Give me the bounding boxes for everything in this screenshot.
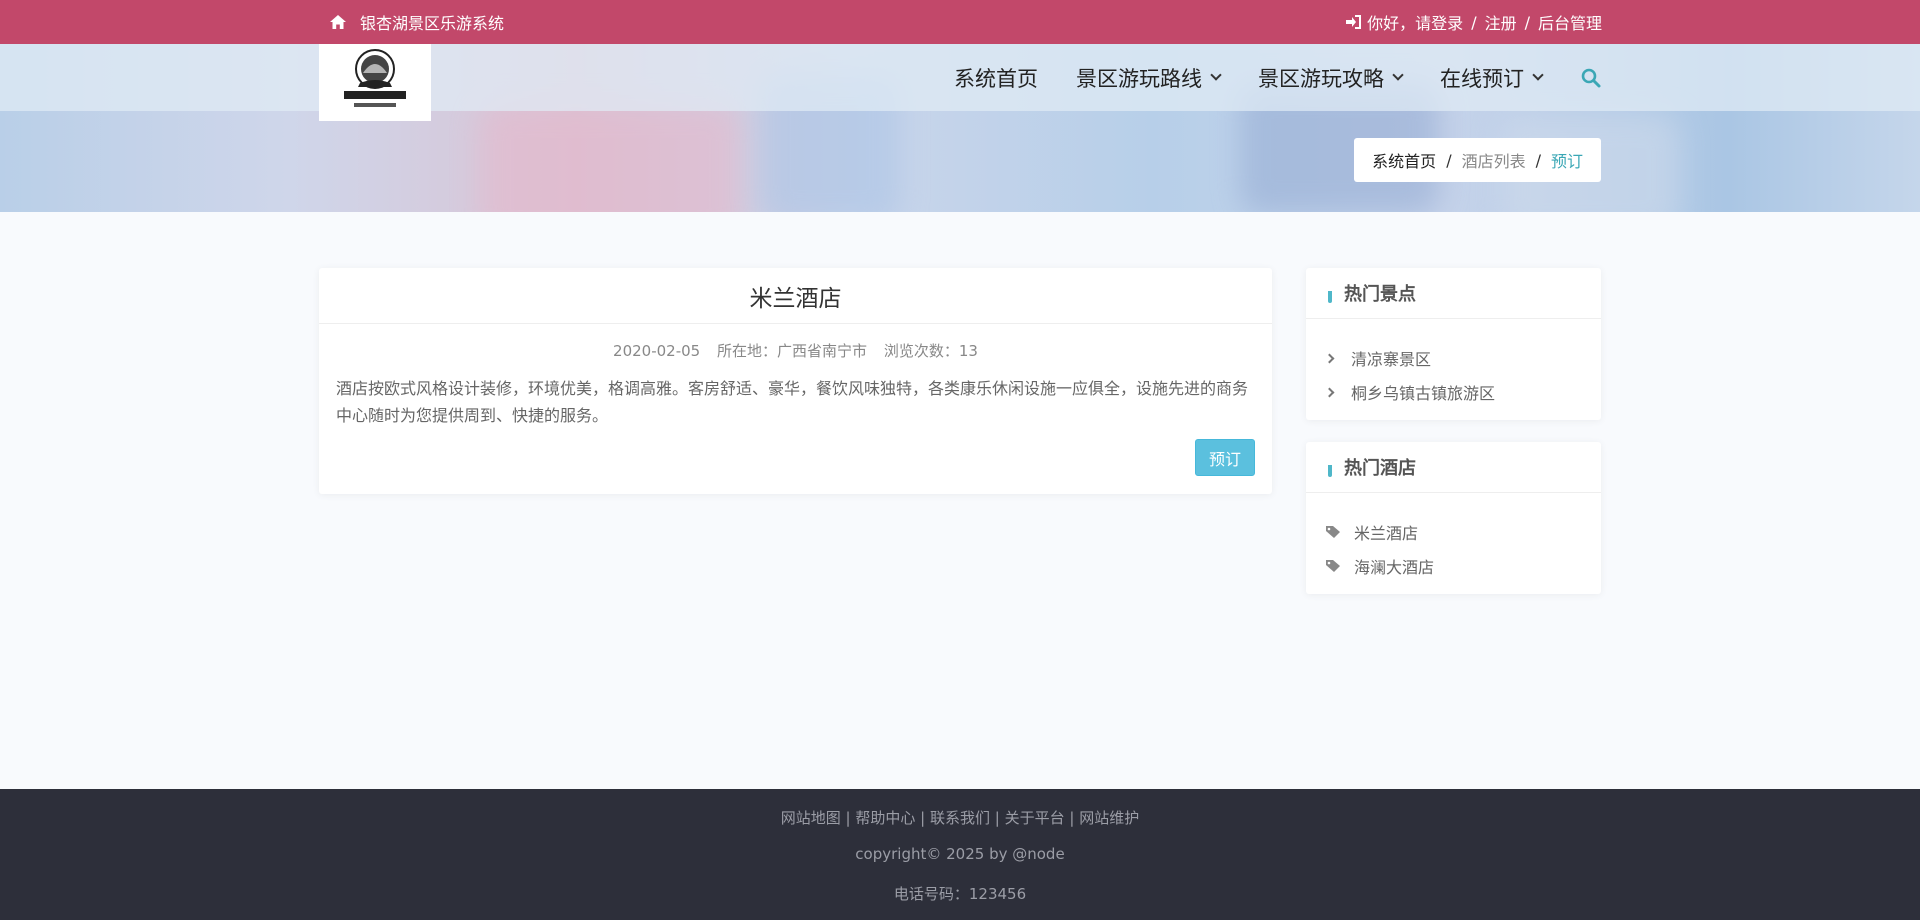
hot-spots-list: 清凉寨景区 桐乡乌镇古镇旅游区 — [1306, 319, 1601, 409]
panel-header: 热门酒店 — [1306, 442, 1601, 493]
hotel-date: 2020-02-05 — [613, 342, 701, 360]
list-item[interactable]: 清凉寨景区 — [1324, 341, 1601, 375]
hotel-meta: 2020-02-05 所在地：广西省南宁市 浏览次数：13 — [319, 340, 1272, 361]
nav-item-label: 景区游玩路线 — [1076, 66, 1202, 91]
hotel-name: 米兰酒店 — [1354, 524, 1419, 543]
hot-spots-panel: 热门景点 清凉寨景区 桐乡乌镇古镇旅游区 — [1306, 268, 1601, 420]
header-accent-bar — [1328, 457, 1332, 477]
breadcrumb-hotel-list[interactable]: 酒店列表 — [1462, 148, 1526, 172]
copyright-text: copyright© 2025 by @node — [855, 845, 1065, 863]
views-label: 浏览次数： — [883, 342, 959, 360]
logo-emblem — [344, 48, 406, 107]
chevron-right-icon — [1324, 353, 1335, 363]
register-link[interactable]: 注册 — [1485, 10, 1517, 34]
footer-link-about[interactable]: 关于平台 — [1005, 809, 1065, 827]
breadcrumb-separator: / — [1535, 150, 1541, 170]
nav-item-guides[interactable]: 景区游玩攻略 — [1258, 63, 1404, 93]
list-item[interactable]: 桐乡乌镇古镇旅游区 — [1324, 375, 1601, 409]
nav-menu: 系统首页 景区游玩路线 景区游玩攻略 在线预订 — [954, 44, 1602, 111]
banner-decor — [480, 104, 740, 212]
top-bar: 银杏湖景区乐游系统 你好，请登录 / 注册 / 后台管理 — [0, 0, 1920, 44]
site-logo[interactable] — [319, 44, 431, 121]
footer-link-maintenance[interactable]: 网站维护 — [1079, 809, 1139, 827]
admin-link[interactable]: 后台管理 — [1538, 10, 1602, 34]
location-value: 广西省南宁市 — [777, 342, 868, 360]
footer-link-help[interactable]: 帮助中心 — [855, 809, 915, 827]
tag-icon — [1326, 560, 1340, 572]
panel-title: 热门酒店 — [1344, 458, 1416, 479]
search-icon[interactable] — [1580, 67, 1602, 89]
separator: / — [1471, 12, 1477, 32]
chevron-down-icon — [1532, 69, 1544, 81]
nav-item-booking[interactable]: 在线预订 — [1440, 63, 1544, 93]
hotel-description: 酒店按欧式风格设计装修，环境优美，格调高雅。客房舒适、豪华，餐饮风味独特，各类康… — [336, 379, 1249, 425]
hotel-location: 所在地：广西省南宁市 — [717, 342, 867, 360]
site-brand[interactable]: 银杏湖景区乐游系统 — [330, 0, 504, 44]
nav-item-routes[interactable]: 景区游玩路线 — [1076, 63, 1222, 93]
footer-link-contact[interactable]: 联系我们 — [930, 809, 990, 827]
hotel-detail-card: 米兰酒店 2020-02-05 所在地：广西省南宁市 浏览次数：13 酒店按欧式… — [319, 268, 1272, 494]
spot-name: 清凉寨景区 — [1351, 350, 1432, 369]
spot-name: 桐乡乌镇古镇旅游区 — [1351, 384, 1496, 403]
nav-item-home[interactable]: 系统首页 — [954, 63, 1038, 93]
list-item[interactable]: 米兰酒店 — [1326, 515, 1601, 549]
breadcrumb: 系统首页 / 酒店列表 / 预订 — [1354, 138, 1601, 182]
list-item[interactable]: 海澜大酒店 — [1326, 549, 1601, 583]
breadcrumb-home[interactable]: 系统首页 — [1372, 148, 1436, 172]
chevron-right-icon — [1324, 387, 1335, 397]
book-button[interactable]: 预订 — [1195, 439, 1255, 476]
hotel-views: 浏览次数：13 — [884, 342, 978, 360]
nav-item-label: 在线预订 — [1440, 66, 1524, 91]
nav-item-label: 系统首页 — [954, 66, 1038, 91]
panel-title: 热门景点 — [1344, 284, 1416, 305]
site-title: 银杏湖景区乐游系统 — [360, 14, 505, 33]
header-accent-bar — [1328, 283, 1332, 303]
footer-links: 网站地图 | 帮助中心 | 联系我们 | 关于平台 | 网站维护 — [780, 809, 1140, 827]
views-value: 13 — [958, 342, 978, 360]
phone-text: 电话号码：123456 — [893, 885, 1027, 903]
tag-icon — [1326, 526, 1340, 538]
breadcrumb-separator: / — [1446, 150, 1452, 170]
login-link[interactable]: 你好，请登录 — [1367, 10, 1463, 34]
footer: 网站地图 | 帮助中心 | 联系我们 | 关于平台 | 网站维护 copyrig… — [0, 789, 1920, 920]
nav-item-label: 景区游玩攻略 — [1258, 66, 1384, 91]
panel-header: 热门景点 — [1306, 268, 1601, 319]
user-links: 你好，请登录 / 注册 / 后台管理 — [1346, 0, 1602, 44]
location-label: 所在地： — [717, 342, 778, 360]
chevron-down-icon — [1392, 69, 1404, 81]
hot-hotels-panel: 热门酒店 米兰酒店 海澜大酒店 — [1306, 442, 1601, 594]
hotel-name: 海澜大酒店 — [1354, 558, 1435, 577]
login-icon — [1346, 15, 1362, 29]
footer-link-sitemap[interactable]: 网站地图 — [781, 809, 841, 827]
hotel-title: 米兰酒店 — [319, 268, 1272, 324]
main-nav: 系统首页 景区游玩路线 景区游玩攻略 在线预订 — [0, 44, 1920, 111]
hot-hotels-list: 米兰酒店 海澜大酒店 — [1306, 493, 1601, 583]
breadcrumb-current: 预订 — [1550, 152, 1583, 171]
home-icon — [330, 15, 346, 29]
separator: / — [1524, 12, 1530, 32]
hero-banner: 系统首页 景区游玩路线 景区游玩攻略 在线预订 系统首页 / 酒店列表 / 预订 — [0, 44, 1920, 212]
chevron-down-icon — [1210, 69, 1222, 81]
